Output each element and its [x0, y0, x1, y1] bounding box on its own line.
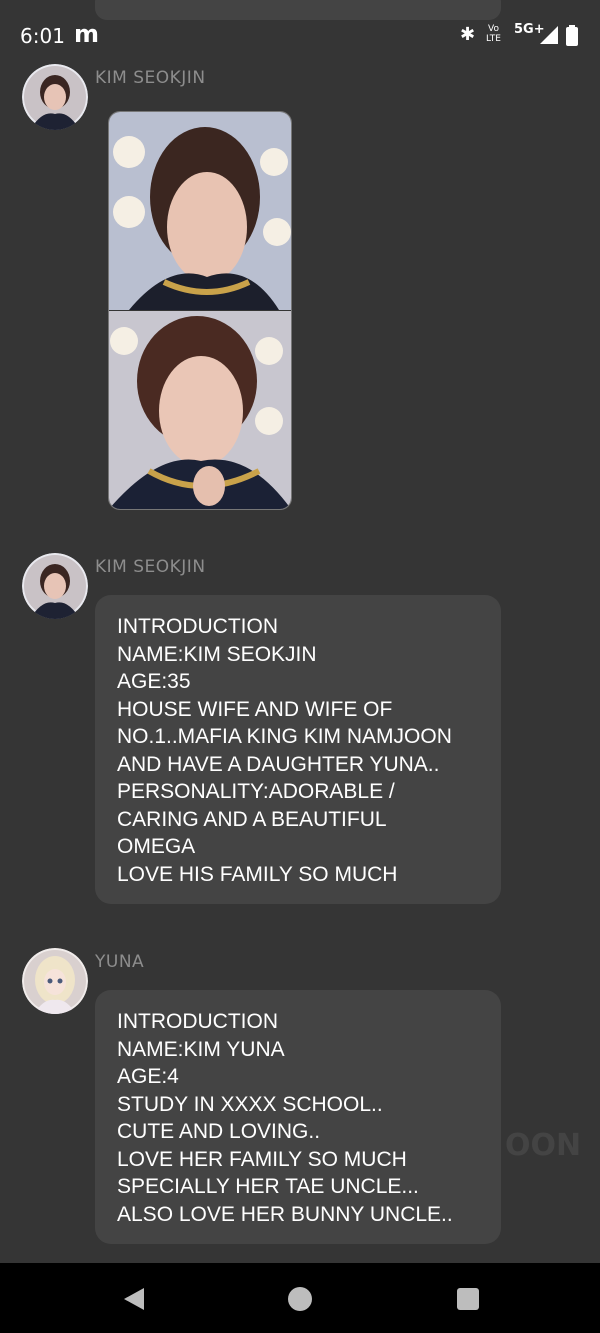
message-line: STUDY IN XXXX SCHOOL..: [117, 1092, 383, 1116]
message-line: AND HAVE A DAUGHTER YUNA..: [117, 752, 440, 776]
avatar[interactable]: [22, 64, 88, 130]
sender-name: KIM SEOKJIN: [95, 68, 206, 88]
watermark: OON: [505, 1128, 582, 1163]
volte-bottom: LTE: [486, 34, 501, 44]
message-line: NAME:KIM YUNA: [117, 1037, 285, 1061]
app-notification-icon: m: [74, 20, 100, 48]
avatar-image: [22, 948, 88, 1014]
avatar[interactable]: [22, 553, 88, 619]
message-line: AGE:4: [117, 1065, 179, 1088]
home-icon[interactable]: [286, 1285, 314, 1313]
message-line: OMEGA: [117, 835, 196, 858]
sender-name: KIM SEOKJIN: [95, 557, 206, 577]
message-line: NAME:KIM SEOKJIN: [117, 642, 317, 666]
bluetooth-icon: ✱: [460, 24, 476, 45]
message-line: CARING AND A BEAUTIFUL: [117, 807, 387, 831]
volte-top: Vo: [488, 24, 499, 34]
message-line: ALSO LOVE HER BUNNY UNCLE..: [117, 1202, 453, 1226]
message-bubble[interactable]: INTRODUCTION NAME:KIM SEOKJIN AGE:35 HOU…: [95, 595, 501, 904]
volte-icon: Vo LTE: [486, 24, 501, 44]
message-line: INTRODUCTION: [117, 1010, 278, 1033]
message-line: NO.1..MAFIA KING KIM NAMJOON: [117, 725, 452, 748]
photo-bottom: [109, 311, 291, 509]
message-line: LOVE HER FAMILY SO MUCH: [117, 1147, 407, 1171]
previous-message-bubble: [95, 0, 501, 20]
message-line: SPECIALLY HER TAE UNCLE...: [117, 1175, 419, 1198]
recents-icon[interactable]: [454, 1285, 482, 1313]
signal-icon: [540, 26, 558, 44]
message-line: CUTE AND LOVING..: [117, 1120, 321, 1143]
message-line: AGE:35: [117, 670, 191, 693]
avatar[interactable]: [22, 948, 88, 1014]
avatar-image: [22, 553, 88, 619]
back-icon[interactable]: [120, 1285, 148, 1313]
photo-top: [109, 112, 291, 310]
avatar-image: [22, 64, 88, 130]
sender-name: YUNA: [95, 952, 145, 972]
message-line: PERSONALITY:ADORABLE /: [117, 780, 395, 803]
shared-photo[interactable]: [108, 111, 292, 510]
clock: 6:01: [20, 24, 65, 48]
message-line: HOUSE WIFE AND WIFE OF: [117, 697, 393, 721]
message-bubble[interactable]: INTRODUCTION NAME:KIM YUNA AGE:4 STUDY I…: [95, 990, 501, 1244]
system-nav-bar: [0, 1263, 600, 1333]
battery-icon: [566, 25, 578, 46]
message-line: LOVE HIS FAMILY SO MUCH: [117, 862, 398, 886]
message-line: INTRODUCTION: [117, 615, 278, 638]
